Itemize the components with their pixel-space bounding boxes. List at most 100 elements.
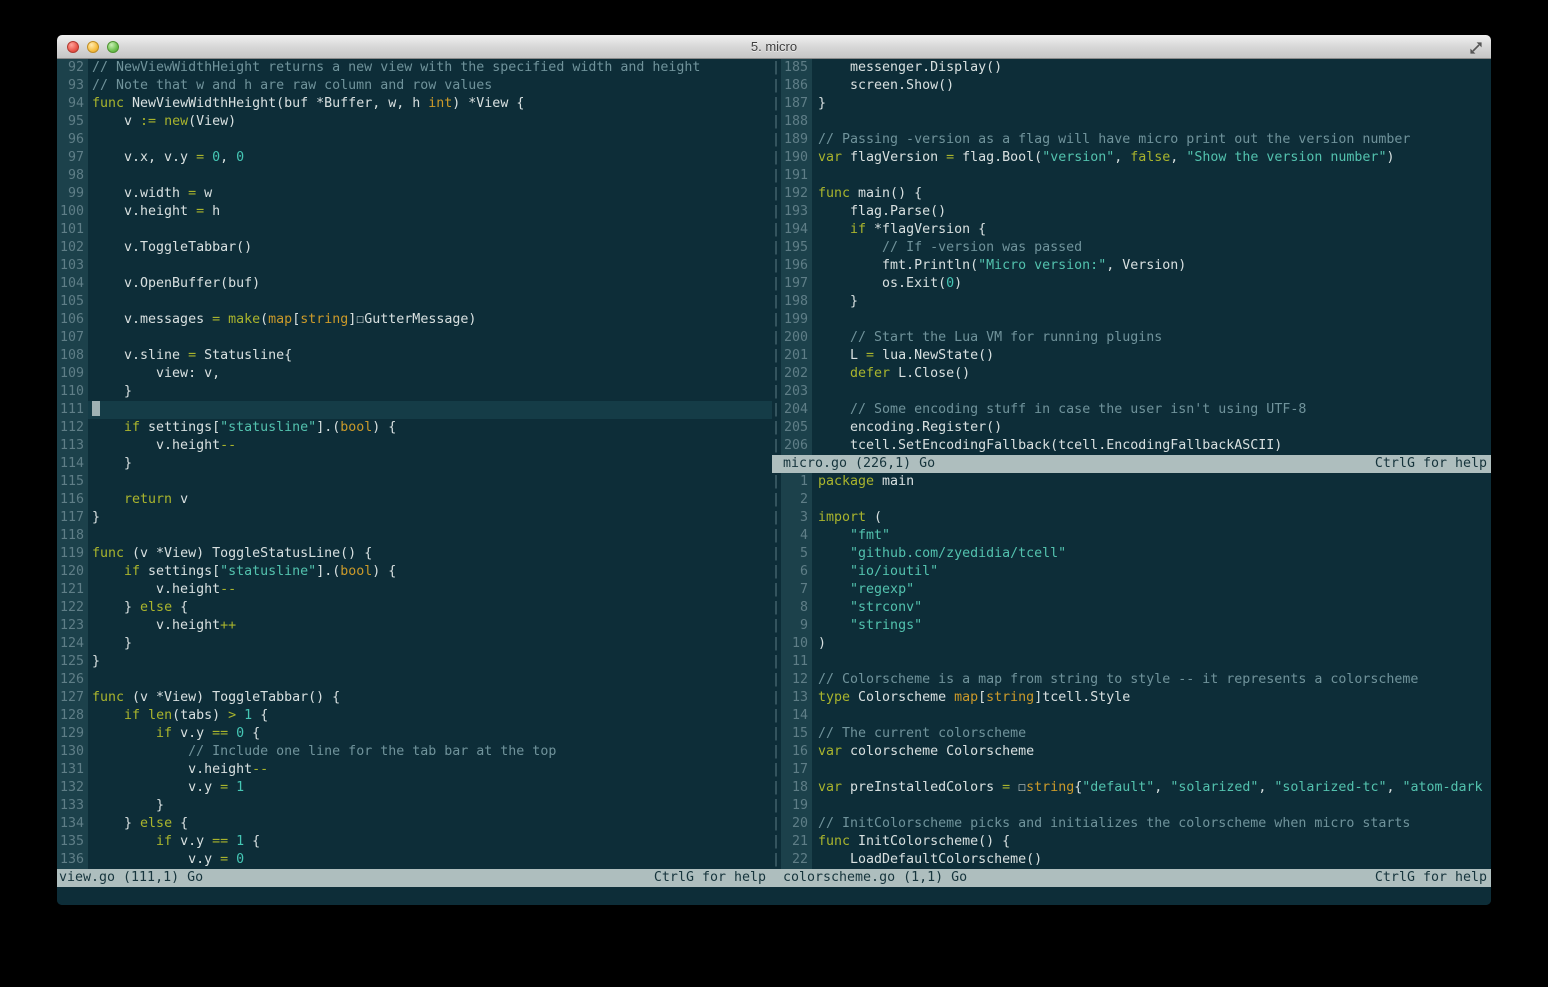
code-text xyxy=(812,797,1491,815)
split-divider: | xyxy=(772,599,781,617)
split-divider: | xyxy=(772,761,781,779)
close-button[interactable] xyxy=(67,41,79,53)
code-text xyxy=(88,527,772,545)
code-line: |13type Colorscheme map[string]tcell.Sty… xyxy=(772,689,1491,707)
line-number: 118 xyxy=(57,527,88,545)
line-number: 190 xyxy=(781,149,812,167)
line-number: 127 xyxy=(57,689,88,707)
zoom-button[interactable] xyxy=(107,41,119,53)
split-divider: | xyxy=(772,293,781,311)
code-line: |5 "github.com/zyedidia/tcell" xyxy=(772,545,1491,563)
line-number: 195 xyxy=(781,239,812,257)
line-number: 102 xyxy=(57,239,88,257)
code-text: // If -version was passed xyxy=(812,239,1491,257)
code-line: 102 v.ToggleTabbar() xyxy=(57,239,772,257)
line-number: 191 xyxy=(781,167,812,185)
split-divider: | xyxy=(772,167,781,185)
code-line: |2 xyxy=(772,491,1491,509)
line-number: 116 xyxy=(57,491,88,509)
pane-micro-go[interactable]: |185 messenger.Display()|186 screen.Show… xyxy=(772,59,1491,455)
line-number: 107 xyxy=(57,329,88,347)
code-text: if *flagVersion { xyxy=(812,221,1491,239)
code-line: |7 "regexp" xyxy=(772,581,1491,599)
line-number: 7 xyxy=(781,581,812,599)
code-line: 104 v.OpenBuffer(buf) xyxy=(57,275,772,293)
title-bar[interactable]: 5. micro xyxy=(57,35,1491,59)
split-divider: | xyxy=(772,545,781,563)
code-line: 119func (v *View) ToggleStatusLine() { xyxy=(57,545,772,563)
line-number: 94 xyxy=(57,95,88,113)
window-title: 5. micro xyxy=(57,39,1491,54)
line-number: 196 xyxy=(781,257,812,275)
code-line: 134 } else { xyxy=(57,815,772,833)
line-number: 104 xyxy=(57,275,88,293)
code-line: |12// Colorscheme is a map from string t… xyxy=(772,671,1491,689)
code-text: fmt.Println("Micro version:", Version) xyxy=(812,257,1491,275)
line-number: 12 xyxy=(781,671,812,689)
statusbar-view-go: view.go (111,1) Go CtrlG for help xyxy=(57,869,772,887)
line-number: 14 xyxy=(781,707,812,725)
code-line: 93// Note that w and h are raw column an… xyxy=(57,77,772,95)
code-text: if settings["statusline"].(bool) { xyxy=(88,419,772,437)
code-line: 96 xyxy=(57,131,772,149)
code-line: |9 "strings" xyxy=(772,617,1491,635)
line-number: 15 xyxy=(781,725,812,743)
line-number: 125 xyxy=(57,653,88,671)
code-line: 127func (v *View) ToggleTabbar() { xyxy=(57,689,772,707)
code-line: |1package main xyxy=(772,473,1491,491)
code-line: |197 os.Exit(0) xyxy=(772,275,1491,293)
line-number: 99 xyxy=(57,185,88,203)
split-divider: | xyxy=(772,419,781,437)
code-text xyxy=(812,383,1491,401)
code-line: |194 if *flagVersion { xyxy=(772,221,1491,239)
line-number: 204 xyxy=(781,401,812,419)
split-divider: | xyxy=(772,185,781,203)
statusbar-help-hint: CtrlG for help xyxy=(654,869,766,887)
code-text xyxy=(88,293,772,311)
code-line: 118 xyxy=(57,527,772,545)
code-line: 108 v.sline = Statusline{ xyxy=(57,347,772,365)
code-line: 98 xyxy=(57,167,772,185)
split-divider: | xyxy=(772,221,781,239)
code-line: 115 xyxy=(57,473,772,491)
code-line: |15// The current colorscheme xyxy=(772,725,1491,743)
minimize-button[interactable] xyxy=(87,41,99,53)
code-text: v.height++ xyxy=(88,617,772,635)
code-line: 116 return v xyxy=(57,491,772,509)
pane-view-go[interactable]: 92// NewViewWidthHeight returns a new vi… xyxy=(57,59,772,869)
code-text xyxy=(88,257,772,275)
code-line: |188 xyxy=(772,113,1491,131)
code-text: "fmt" xyxy=(812,527,1491,545)
code-text: func InitColorscheme() { xyxy=(812,833,1491,851)
code-text: if v.y == 1 { xyxy=(88,833,772,851)
code-line: 97 v.x, v.y = 0, 0 xyxy=(57,149,772,167)
code-line: |20// InitColorscheme picks and initiali… xyxy=(772,815,1491,833)
fullscreen-icon[interactable] xyxy=(1469,40,1483,54)
code-line: |196 fmt.Println("Micro version:", Versi… xyxy=(772,257,1491,275)
split-divider: | xyxy=(772,95,781,113)
line-number: 121 xyxy=(57,581,88,599)
split-divider: | xyxy=(772,491,781,509)
code-line: |3import ( xyxy=(772,509,1491,527)
code-line: 123 v.height++ xyxy=(57,617,772,635)
line-number: 18 xyxy=(781,779,812,797)
code-line: 110 } xyxy=(57,383,772,401)
statusbar-help-hint: CtrlG for help xyxy=(1375,455,1487,473)
code-line: |204 // Some encoding stuff in case the … xyxy=(772,401,1491,419)
line-number: 97 xyxy=(57,149,88,167)
code-text: ) xyxy=(812,635,1491,653)
code-text: if settings["statusline"].(bool) { xyxy=(88,563,772,581)
pane-colorscheme-go[interactable]: |1package main|2|3import (|4 "fmt"|5 "gi… xyxy=(772,473,1491,869)
split-divider: | xyxy=(772,527,781,545)
command-line[interactable] xyxy=(57,887,1491,905)
line-number: 92 xyxy=(57,59,88,77)
code-line: 121 v.height-- xyxy=(57,581,772,599)
split-divider: | xyxy=(772,833,781,851)
code-text: // Include one line for the tab bar at t… xyxy=(88,743,772,761)
line-number: 123 xyxy=(57,617,88,635)
code-line: |187} xyxy=(772,95,1491,113)
code-text: LoadDefaultColorscheme() xyxy=(812,851,1491,869)
split-divider: | xyxy=(772,131,781,149)
code-line: |14 xyxy=(772,707,1491,725)
code-line: 122 } else { xyxy=(57,599,772,617)
